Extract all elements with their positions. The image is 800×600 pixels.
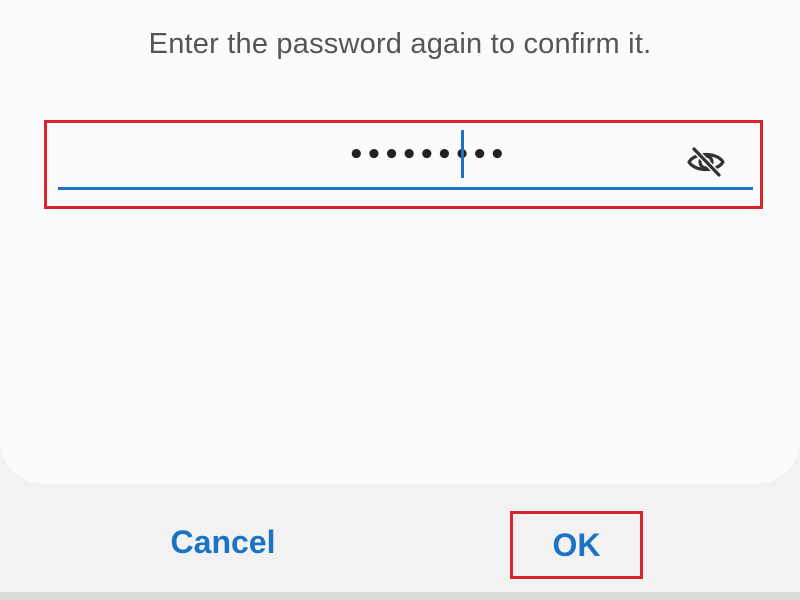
password-field-underline: [58, 187, 753, 190]
password-confirm-field[interactable]: •••••••••: [58, 130, 753, 190]
ok-button[interactable]: OK: [513, 514, 640, 576]
bottom-edge: [0, 592, 800, 600]
password-masked-value: •••••••••: [348, 140, 507, 170]
dialog-button-bar: Cancel OK: [0, 484, 800, 600]
dialog-prompt: Enter the password again to confirm it.: [148, 28, 652, 60]
screen: Enter the password again to confirm it. …: [0, 0, 800, 600]
dialog-card: Enter the password again to confirm it. …: [0, 0, 800, 484]
eye-off-icon[interactable]: [686, 144, 726, 180]
text-caret: [461, 130, 464, 178]
cancel-button[interactable]: Cancel: [150, 518, 296, 566]
